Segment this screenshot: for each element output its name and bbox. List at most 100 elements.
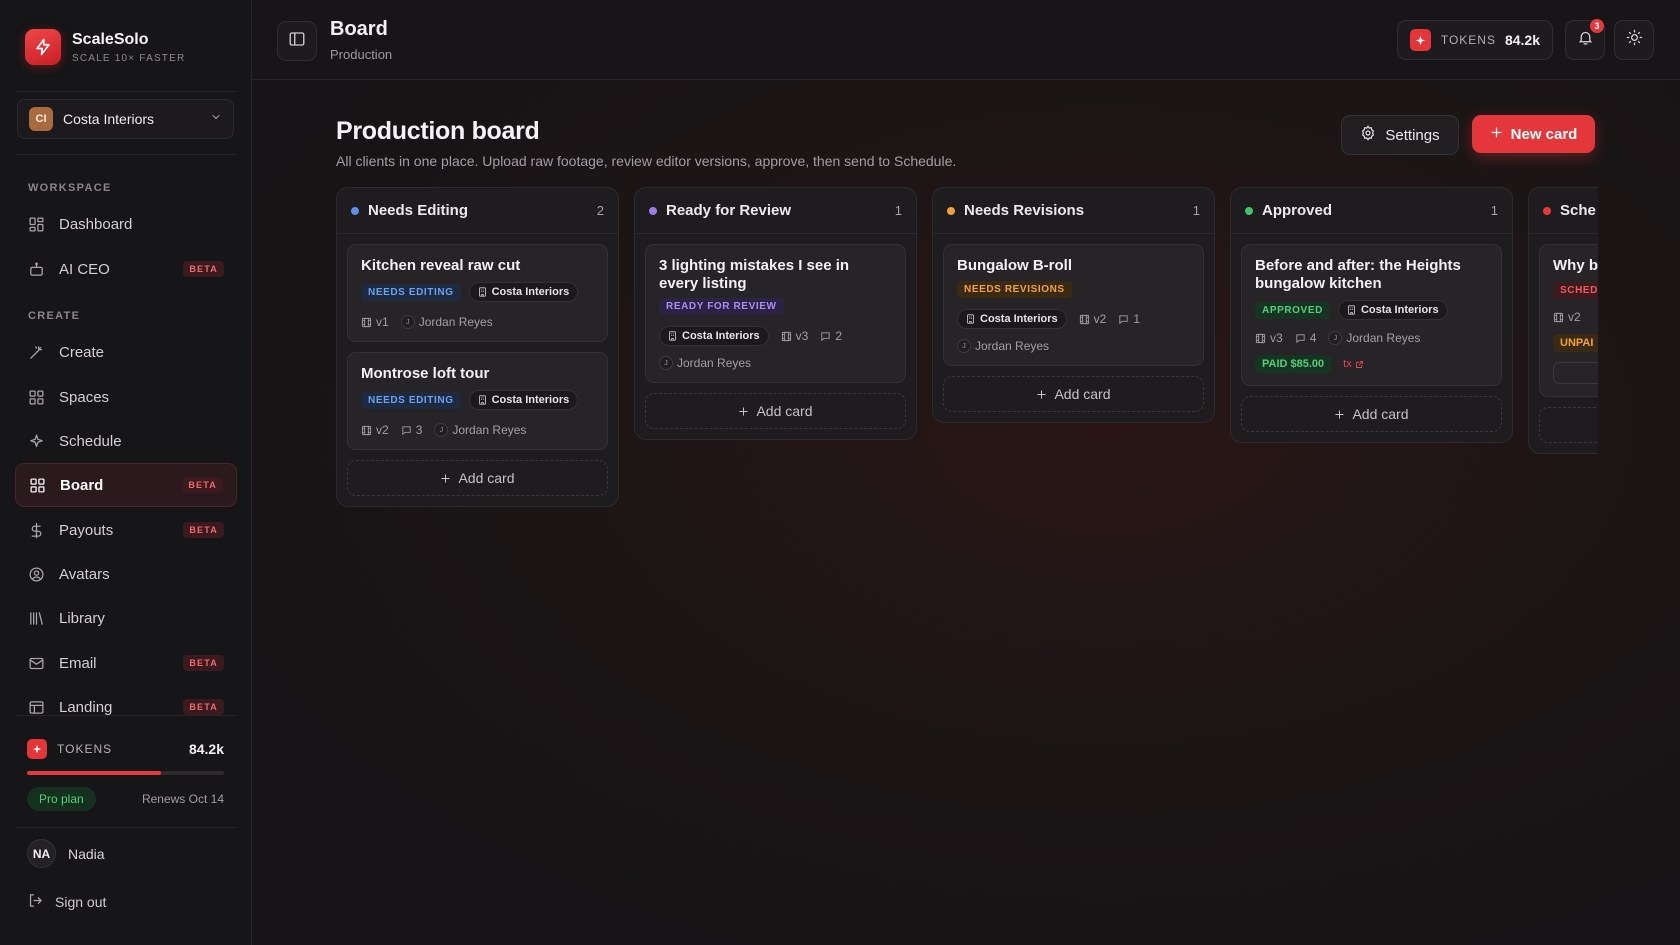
- sidebar-item-dashboard[interactable]: Dashboard: [15, 203, 237, 245]
- brand[interactable]: ScaleSolo SCALE 10× FASTER: [25, 29, 185, 65]
- board-icon: [29, 477, 46, 494]
- version-label: v3: [795, 329, 809, 343]
- sidebar-item-landing[interactable]: Landing BETA: [15, 686, 237, 728]
- sidebar-item-spaces[interactable]: Spaces: [15, 376, 237, 418]
- grid-icon: [28, 389, 45, 406]
- topbar-tokens[interactable]: TOKENS 84.2k: [1397, 20, 1553, 60]
- beta-badge: BETA: [183, 655, 224, 671]
- add-card-button[interactable]: [1539, 407, 1598, 443]
- client-name: Costa Interiors: [1360, 304, 1439, 316]
- topbar: Board Production TOKENS 84.2k 3: [252, 0, 1680, 80]
- version-label: v2: [376, 423, 389, 437]
- sidebar-item-board[interactable]: Board BETA: [15, 463, 237, 507]
- owner-avatar: J: [434, 423, 449, 437]
- status-dot: [351, 206, 359, 215]
- status-dot: [947, 206, 955, 215]
- dollar-icon: [28, 522, 45, 539]
- page-title: Board: [330, 18, 388, 40]
- status-badge: SCHED: [1553, 282, 1598, 299]
- sidebar-item-label: Schedule: [59, 432, 122, 450]
- sidebar-item-ai-ceo[interactable]: AI CEO BETA: [15, 248, 237, 290]
- sidebar-item-avatars[interactable]: Avatars: [15, 553, 237, 595]
- new-card-button[interactable]: New card: [1472, 115, 1595, 153]
- status-dot: [1543, 206, 1551, 215]
- film-icon: [1079, 314, 1089, 324]
- column-ready-for-review: Ready for Review 1 3 lighting mistakes I…: [634, 187, 917, 440]
- brand-name: ScaleSolo: [72, 30, 149, 48]
- column-title: Approved: [1262, 202, 1333, 219]
- owner-name: Jordan Reyes: [1346, 331, 1421, 345]
- sidebar-item-label: Email: [59, 654, 97, 672]
- add-card-button[interactable]: Add card: [943, 376, 1204, 412]
- tokens-value: 84.2k: [188, 741, 224, 757]
- add-card-button[interactable]: Add card: [1241, 396, 1502, 432]
- owner-info: J Jordan Reyes: [434, 423, 526, 437]
- comment-icon: [1296, 333, 1305, 343]
- version-info: v3: [1255, 331, 1283, 345]
- comment-icon: [1119, 314, 1128, 324]
- client-chip: Costa Interiors: [957, 309, 1067, 329]
- board-card[interactable]: 3 lighting mistakes I see in every listi…: [645, 244, 906, 383]
- column-count: 1: [894, 203, 902, 218]
- sign-out-label: Sign out: [55, 894, 107, 910]
- board-card[interactable]: Kitchen reveal raw cut NEEDS EDITING Cos…: [347, 244, 608, 342]
- sidebar-toggle-icon: [288, 30, 306, 53]
- settings-label: Settings: [1385, 126, 1440, 144]
- version-label: v2: [1093, 312, 1107, 326]
- board-card[interactable]: Before and after: the Heights bungalow k…: [1241, 244, 1502, 386]
- column-count: 2: [596, 203, 604, 218]
- schedule-input[interactable]: [1553, 362, 1598, 384]
- board-card[interactable]: Why b SCHED v2 UNPAI: [1539, 244, 1598, 397]
- film-icon: [1553, 312, 1564, 322]
- theme-toggle-button[interactable]: [1614, 20, 1654, 60]
- sidebar-toggle-button[interactable]: [277, 21, 317, 61]
- comment-count: 3: [401, 423, 422, 437]
- version-info: v1: [361, 315, 389, 329]
- owner-name: Jordan Reyes: [452, 423, 527, 437]
- library-icon: [28, 610, 45, 627]
- board-title: Production board: [336, 117, 540, 145]
- plan-badge[interactable]: Pro plan: [27, 787, 96, 811]
- sign-out-button[interactable]: Sign out: [27, 892, 106, 912]
- add-card-button[interactable]: Add card: [347, 460, 608, 496]
- status-badge: NEEDS REVISIONS: [957, 281, 1072, 298]
- board-card[interactable]: Montrose loft tour NEEDS EDITING Costa I…: [347, 352, 608, 450]
- sidebar-item-email[interactable]: Email BETA: [15, 642, 237, 684]
- bell-icon: [1577, 29, 1594, 51]
- add-card-label: Add card: [756, 403, 813, 419]
- status-badge: NEEDS EDITING: [361, 391, 461, 409]
- client-name: Costa Interiors: [682, 330, 760, 342]
- sidebar-item-create[interactable]: Create: [15, 331, 237, 373]
- building-icon: [967, 314, 974, 324]
- comment-count-value: 2: [835, 329, 843, 343]
- user-profile[interactable]: NA Nadia: [27, 839, 105, 868]
- sidebar-item-library[interactable]: Library: [15, 597, 237, 639]
- sidebar-item-label: Landing: [59, 698, 113, 716]
- building-icon: [669, 331, 676, 341]
- gear-icon: [1360, 125, 1376, 145]
- sidebar-item-schedule[interactable]: Schedule: [15, 420, 237, 462]
- client-select[interactable]: CI Costa Interiors: [17, 99, 234, 139]
- add-card-label: Add card: [1352, 406, 1409, 422]
- owner-avatar: J: [1328, 331, 1343, 345]
- film-icon: [1255, 333, 1266, 343]
- topbar-tokens-value: 84.2k: [1504, 32, 1540, 48]
- layout-icon: [28, 699, 45, 716]
- column-header: Needs Editing 2: [337, 188, 618, 234]
- sidebar: ScaleSolo SCALE 10× FASTER CI Costa Inte…: [0, 0, 252, 945]
- main-content: Board Production TOKENS 84.2k 3 Producti…: [252, 0, 1680, 945]
- transaction-link[interactable]: tx: [1343, 358, 1364, 370]
- notifications-button[interactable]: 3: [1565, 19, 1605, 60]
- kanban-board: Needs Editing 2 Kitchen reveal raw cut N…: [336, 187, 1598, 527]
- settings-button[interactable]: Settings: [1341, 115, 1459, 155]
- column-count: 1: [1192, 203, 1200, 218]
- paid-badge: PAID $85.00: [1255, 355, 1332, 373]
- add-card-button[interactable]: Add card: [645, 393, 906, 429]
- plus-icon: [1037, 389, 1047, 399]
- sidebar-item-payouts[interactable]: Payouts BETA: [15, 509, 237, 551]
- column-needs-editing: Needs Editing 2 Kitchen reveal raw cut N…: [336, 187, 619, 507]
- board-description: All clients in one place. Upload raw foo…: [336, 153, 957, 169]
- add-card-label: Add card: [1054, 386, 1111, 402]
- board-card[interactable]: Bungalow B-roll NEEDS REVISIONS Costa In…: [943, 244, 1204, 366]
- column-scheduled: Sche Why b SCHED v2 UNPAI: [1528, 187, 1598, 454]
